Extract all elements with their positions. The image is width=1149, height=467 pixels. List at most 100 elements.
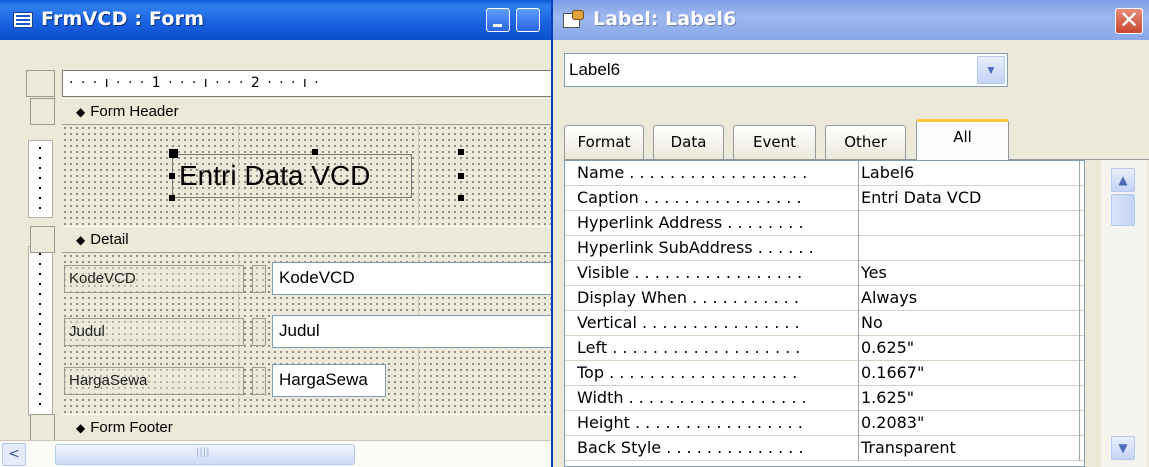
property-list: Name . . . . . . . . . . . . . . . . . .…: [564, 160, 1085, 467]
property-name: Display When . . . . . . . . . . .: [577, 288, 799, 307]
resize-handle[interactable]: [458, 149, 464, 155]
property-value[interactable]: [858, 236, 1080, 261]
hargasewa-label[interactable]: HargaSewa: [64, 367, 244, 395]
kodevcd-label[interactable]: KodeVCD: [64, 265, 244, 293]
chevron-down-icon[interactable]: ▼: [977, 56, 1005, 84]
form-window-title: FrmVCD : Form: [41, 8, 205, 30]
detail-label: Detail: [90, 231, 129, 248]
property-value[interactable]: 0.1667": [858, 361, 1080, 386]
tab-all[interactable]: All: [916, 119, 1009, 160]
tab-format[interactable]: Format: [564, 125, 644, 159]
properties-icon-hand: [572, 10, 584, 20]
property-name: Left . . . . . . . . . . . . . . . . . .…: [577, 338, 801, 357]
property-tabs: Format Data Event Other All: [564, 119, 1149, 160]
form-design-surface: · · · ı · · · 1 · · · ı · · · 2 · · · ı …: [7, 40, 560, 467]
property-row-left[interactable]: Left . . . . . . . . . . . . . . . . . .…: [565, 336, 1084, 361]
resize-handle[interactable]: [312, 149, 318, 155]
form-icon: [13, 12, 33, 28]
property-name: Vertical . . . . . . . . . . . . . . . .: [577, 313, 800, 332]
property-name: Name . . . . . . . . . . . . . . . . . .: [577, 163, 808, 182]
property-value[interactable]: 0.2083": [858, 411, 1080, 436]
form-design-window[interactable]: FrmVCD : Form · · · ı · · · 1 · · · ı · …: [0, 0, 560, 467]
property-name: Hyperlink Address . . . . . . . .: [577, 213, 804, 232]
property-row-visible[interactable]: Visible . . . . . . . . . . . . . . . . …: [565, 261, 1084, 286]
property-name: Height . . . . . . . . . . . . . . . . .: [577, 413, 803, 432]
property-value[interactable]: 1.625": [858, 386, 1080, 411]
grid-line: [418, 125, 419, 225]
property-sheet-window[interactable]: Label: Label6 ✕ Label6 ▼ Format Data Eve…: [551, 0, 1149, 467]
resize-handle[interactable]: [169, 173, 175, 179]
property-name: Visible . . . . . . . . . . . . . . . . …: [577, 263, 803, 282]
tab-other[interactable]: Other: [825, 125, 906, 159]
vertical-scroll-thumb[interactable]: [1111, 194, 1135, 226]
property-row-back-style[interactable]: Back Style . . . . . . . . . . . . . . T…: [565, 436, 1084, 461]
property-value[interactable]: Entri Data VCD: [858, 186, 1080, 211]
property-row-vertical[interactable]: Vertical . . . . . . . . . . . . . . . .…: [565, 311, 1084, 336]
property-value[interactable]: [858, 211, 1080, 236]
property-row-width[interactable]: Width . . . . . . . . . . . . . . . . . …: [565, 386, 1084, 411]
property-row-hyperlink-subaddress[interactable]: Hyperlink SubAddress . . . . . .: [565, 236, 1084, 261]
property-row-display-when[interactable]: Display When . . . . . . . . . . . Alway…: [565, 286, 1084, 311]
detail-grid[interactable]: KodeVCD KodeVCD Judul Judul HargaSewa Ha…: [62, 253, 560, 413]
resize-handle[interactable]: [169, 195, 175, 201]
hargasewa-textbox[interactable]: HargaSewa: [272, 364, 386, 397]
property-row-top[interactable]: Top . . . . . . . . . . . . . . . . . . …: [565, 361, 1084, 386]
form-title-bar[interactable]: FrmVCD : Form: [0, 0, 560, 40]
property-value[interactable]: Yes: [858, 261, 1080, 286]
form-footer-bar[interactable]: ◆ Form Footer: [62, 414, 560, 441]
property-row-name[interactable]: Name . . . . . . . . . . . . . . . . . .…: [565, 161, 1084, 186]
section-arrow-icon: ◆: [76, 233, 86, 247]
kodevcd-textbox[interactable]: KodeVCD: [272, 262, 560, 295]
property-name: Caption . . . . . . . . . . . . . . . .: [577, 188, 802, 207]
horizontal-scroll-thumb[interactable]: [55, 444, 355, 465]
object-selector-dropdown[interactable]: Label6 ▼: [564, 53, 1008, 87]
minimize-button[interactable]: [486, 8, 510, 32]
property-row-height[interactable]: Height . . . . . . . . . . . . . . . . .…: [565, 411, 1084, 436]
ruler-ticks: · · · ı · · · 1 · · · ı · · · 2 · · · ı …: [69, 75, 321, 91]
property-name: Width . . . . . . . . . . . . . . . . . …: [577, 388, 807, 407]
property-sheet-title: Label: Label6: [593, 8, 737, 30]
property-row-caption[interactable]: Caption . . . . . . . . . . . . . . . . …: [565, 186, 1084, 211]
horizontal-ruler[interactable]: · · · ı · · · 1 · · · ı · · · 2 · · · ı …: [62, 70, 560, 97]
tab-data[interactable]: Data: [653, 125, 724, 159]
section-arrow-icon: ◆: [76, 421, 86, 435]
property-name: Top . . . . . . . . . . . . . . . . . . …: [577, 363, 798, 382]
resize-handle[interactable]: [458, 173, 464, 179]
property-name: Hyperlink SubAddress . . . . . .: [577, 238, 814, 257]
section-arrow-icon: ◆: [76, 105, 86, 119]
vertical-scrollbar[interactable]: ▲ ▼: [1101, 160, 1147, 467]
kodevcd-label-spacer: [252, 265, 266, 293]
tab-event[interactable]: Event: [733, 125, 816, 159]
scroll-up-button[interactable]: ▲: [1111, 168, 1135, 192]
judul-textbox[interactable]: Judul: [272, 315, 560, 348]
property-value[interactable]: 0.625": [858, 336, 1080, 361]
vertical-ruler-detail: [28, 246, 53, 416]
close-button[interactable]: ✕: [1115, 8, 1143, 34]
form-header-grid[interactable]: Entri Data VCD: [62, 125, 560, 225]
property-row-hyperlink-address[interactable]: Hyperlink Address . . . . . . . .: [565, 211, 1084, 236]
horizontal-scrollbar[interactable]: <: [0, 440, 560, 467]
selected-object-value: Label6: [569, 60, 621, 79]
property-value[interactable]: Label6: [858, 161, 1080, 186]
detail-bar[interactable]: ◆ Detail: [62, 226, 560, 253]
form-footer-selector[interactable]: [30, 414, 55, 441]
move-handle[interactable]: [169, 149, 178, 158]
property-value[interactable]: Always: [858, 286, 1080, 311]
vertical-ruler[interactable]: [26, 98, 55, 467]
form-header-bar[interactable]: ◆ Form Header: [62, 98, 560, 125]
property-value[interactable]: No: [858, 311, 1080, 336]
header-caption-label[interactable]: Entri Data VCD: [172, 154, 412, 198]
judul-label[interactable]: Judul: [64, 318, 244, 346]
maximize-button[interactable]: [516, 8, 540, 32]
property-name: Back Style . . . . . . . . . . . . . .: [577, 438, 804, 457]
detail-selector[interactable]: [30, 226, 55, 253]
scroll-down-button[interactable]: ▼: [1111, 436, 1135, 460]
form-header-selector[interactable]: [30, 98, 55, 125]
property-value[interactable]: Transparent: [858, 436, 1080, 461]
property-sheet-title-bar[interactable]: Label: Label6 ✕: [553, 0, 1149, 40]
hargasewa-label-spacer: [252, 367, 266, 395]
scroll-left-button[interactable]: <: [2, 443, 26, 466]
resize-handle[interactable]: [458, 195, 464, 201]
form-header-label: Form Header: [90, 103, 179, 120]
form-selector[interactable]: [26, 70, 55, 97]
